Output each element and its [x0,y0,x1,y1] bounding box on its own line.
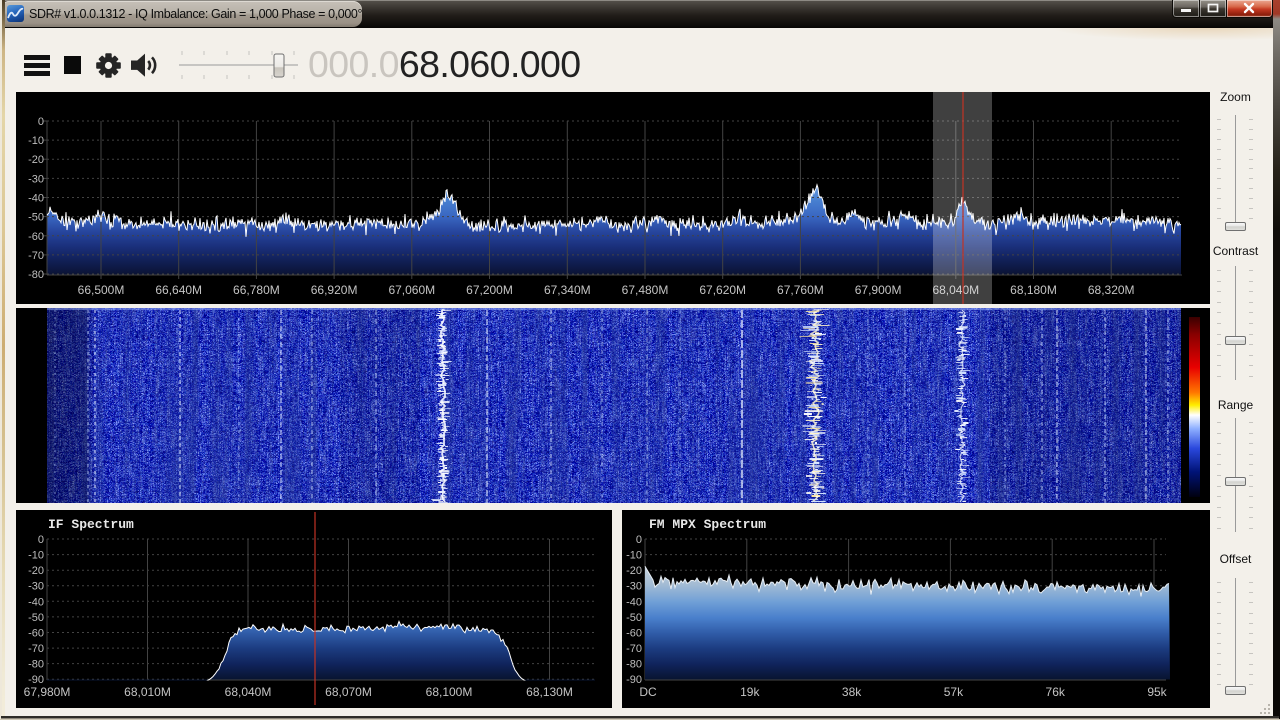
svg-text:67,760M: 67,760M [777,283,824,297]
svg-text:67,480M: 67,480M [622,283,669,297]
svg-text:67,980M: 67,980M [24,685,71,699]
svg-text:68,130M: 68,130M [526,685,573,699]
svg-text:-30: -30 [28,581,44,593]
svg-text:19k: 19k [740,685,760,699]
svg-text:76k: 76k [1046,685,1066,699]
svg-text:-20: -20 [626,565,642,577]
svg-text:67,060M: 67,060M [388,283,435,297]
svg-text:0: 0 [636,534,642,546]
svg-text:-60: -60 [28,231,44,243]
svg-text:-80: -80 [626,659,642,671]
svg-text:38k: 38k [842,685,862,699]
svg-text:-60: -60 [626,628,642,640]
svg-text:-50: -50 [28,212,44,224]
svg-text:-50: -50 [28,612,44,624]
svg-text:0: 0 [38,116,44,128]
svg-text:-40: -40 [28,596,44,608]
svg-text:-40: -40 [626,596,642,608]
svg-text:-10: -10 [28,135,44,147]
svg-text:IF Spectrum: IF Spectrum [48,517,134,532]
svg-text:-10: -10 [626,550,642,562]
svg-text:68,040M: 68,040M [225,685,272,699]
svg-text:68,010M: 68,010M [124,685,171,699]
svg-text:-50: -50 [626,612,642,624]
svg-text:-30: -30 [28,173,44,185]
svg-text:57k: 57k [944,685,964,699]
svg-text:-10: -10 [28,550,44,562]
svg-text:68,180M: 68,180M [1010,283,1057,297]
svg-text:67,200M: 67,200M [466,283,513,297]
svg-text:66,780M: 66,780M [233,283,280,297]
svg-text:68,070M: 68,070M [325,685,372,699]
svg-text:66,640M: 66,640M [155,283,202,297]
svg-text:67,620M: 67,620M [699,283,746,297]
svg-text:95k: 95k [1147,685,1167,699]
svg-text:68,100M: 68,100M [426,685,473,699]
svg-text:-70: -70 [626,643,642,655]
svg-text:-20: -20 [28,565,44,577]
svg-text:DC: DC [639,685,657,699]
svg-text:68,320M: 68,320M [1088,283,1135,297]
svg-text:-80: -80 [28,269,44,281]
svg-text:FM MPX Spectrum: FM MPX Spectrum [649,517,766,532]
svg-text:0: 0 [38,534,44,546]
svg-text:67,900M: 67,900M [855,283,902,297]
svg-text:66,500M: 66,500M [78,283,125,297]
svg-text:66,920M: 66,920M [311,283,358,297]
svg-text:-70: -70 [28,643,44,655]
svg-text:-40: -40 [28,193,44,205]
svg-text:-80: -80 [28,659,44,671]
svg-text:-60: -60 [28,628,44,640]
svg-text:-70: -70 [28,250,44,262]
svg-text:-30: -30 [626,581,642,593]
svg-text:67,340M: 67,340M [544,283,591,297]
svg-text:-20: -20 [28,154,44,166]
